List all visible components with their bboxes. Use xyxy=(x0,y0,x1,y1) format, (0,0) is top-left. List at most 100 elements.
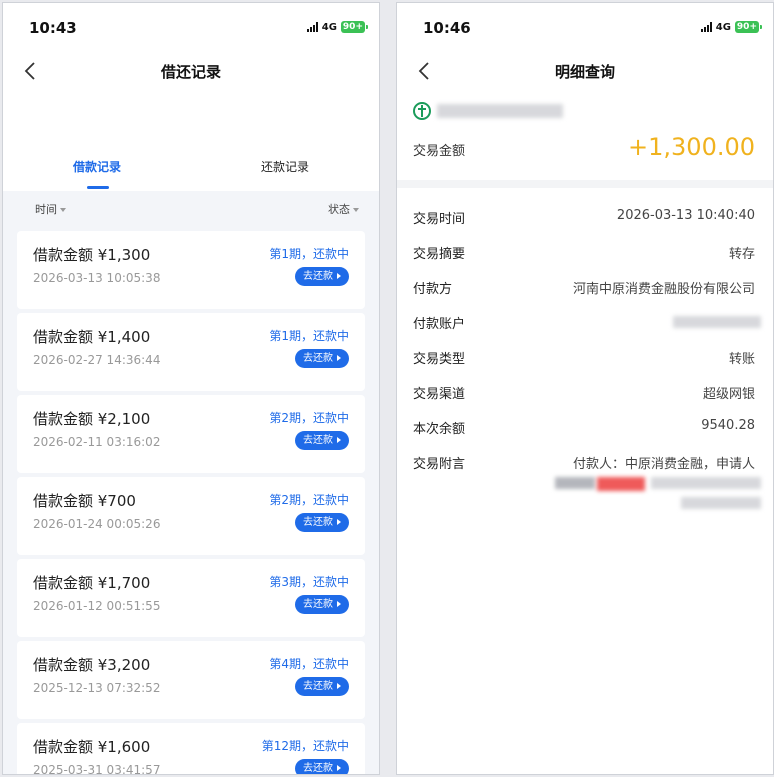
detail-label: 交易附言 xyxy=(413,457,466,472)
list-item[interactable]: 借款金额 ¥1,700 2026-01-12 00:51:55 第3期，还款中 … xyxy=(17,559,365,637)
loan-date: 2025-03-31 03:41:57 xyxy=(33,763,161,775)
redacted-note xyxy=(681,497,761,509)
list-item[interactable]: 借款金额 ¥1,600 2025-03-31 03:41:57 第12期，还款中… xyxy=(17,723,365,775)
detail-label: 交易时间 xyxy=(413,212,466,227)
detail-label: 付款方 xyxy=(413,282,453,297)
page-title: 明细查询 xyxy=(554,63,615,81)
amount-label: 交易金额 xyxy=(413,144,466,159)
repay-button[interactable]: 去还款 xyxy=(295,677,349,696)
time-filter[interactable]: 时间 xyxy=(35,201,66,217)
repay-button[interactable]: 去还款 xyxy=(295,267,349,286)
status-time: 10:43 xyxy=(29,19,77,37)
detail-label: 交易类型 xyxy=(413,352,466,367)
loan-amount: 借款金额 ¥3,200 xyxy=(33,656,151,674)
redacted-note xyxy=(555,477,595,489)
repay-button[interactable]: 去还款 xyxy=(295,759,349,774)
repay-button[interactable]: 去还款 xyxy=(295,431,349,450)
loan-amount: 借款金额 ¥1,300 xyxy=(33,246,151,264)
loan-amount: 借款金额 ¥1,400 xyxy=(33,328,151,346)
chevron-down-icon xyxy=(60,208,66,212)
play-arrow-icon xyxy=(337,601,341,607)
status-indicators: 4G 90+ xyxy=(306,21,369,33)
filter-row: 时间 状态 xyxy=(3,201,379,221)
detail-value: 9540.28 xyxy=(701,418,755,433)
tab-loan-records[interactable]: 借款记录 xyxy=(73,158,121,175)
battery-icon: 90+ xyxy=(340,21,369,33)
loan-date: 2026-01-12 00:51:55 xyxy=(33,599,161,613)
repay-button-label: 去还款 xyxy=(303,517,333,528)
list-item[interactable]: 借款金额 ¥1,300 2026-03-13 10:05:38 第1期，还款中 … xyxy=(17,231,365,309)
repay-button-label: 去还款 xyxy=(303,681,333,692)
repay-button[interactable]: 去还款 xyxy=(295,513,349,532)
detail-value: 河南中原消费金融股份有限公司 xyxy=(572,282,755,297)
signal-icon xyxy=(306,22,318,32)
play-arrow-icon xyxy=(337,437,341,443)
tab-repayment-records[interactable]: 还款记录 xyxy=(261,158,309,175)
detail-value: 2026-03-13 10:40:40 xyxy=(616,208,755,223)
play-arrow-icon xyxy=(337,355,341,361)
status-filter[interactable]: 状态 xyxy=(328,201,359,217)
loan-date: 2026-03-13 10:05:38 xyxy=(33,271,161,285)
redacted-account-number xyxy=(673,316,761,328)
loan-amount: 借款金额 ¥2,100 xyxy=(33,410,151,428)
repay-button-label: 去还款 xyxy=(303,271,333,282)
redacted-note xyxy=(597,477,645,491)
loan-period-status: 第2期，还款中 xyxy=(269,493,349,507)
redacted-account-name xyxy=(437,104,563,118)
nav-bar: 借还记录 xyxy=(3,53,379,89)
status-indicators: 4G 90+ xyxy=(700,21,763,33)
time-filter-label: 时间 xyxy=(35,203,57,216)
detail-label: 付款账户 xyxy=(413,317,466,332)
nav-bar: 明细查询 xyxy=(397,53,773,89)
status-bar: 10:46 4G 90+ xyxy=(397,3,773,47)
loan-period-status: 第1期，还款中 xyxy=(269,329,349,343)
loan-period-status: 第3期，还款中 xyxy=(269,575,349,589)
loan-date: 2025-12-13 07:32:52 xyxy=(33,681,161,695)
repay-button-label: 去还款 xyxy=(303,763,333,774)
detail-value: 付款人：中原消费金融，申请人 xyxy=(572,457,755,472)
detail-label: 交易渠道 xyxy=(413,387,466,402)
repay-button[interactable]: 去还款 xyxy=(295,595,349,614)
loan-date: 2026-01-24 00:05:26 xyxy=(33,517,161,531)
redacted-note xyxy=(651,477,761,489)
play-arrow-icon xyxy=(337,519,341,525)
repay-button-label: 去还款 xyxy=(303,353,333,364)
loan-period-status: 第4期，还款中 xyxy=(269,657,349,671)
amount-value: +1,300.00 xyxy=(628,133,755,161)
loan-amount: 借款金额 ¥1,700 xyxy=(33,574,151,592)
status-bar: 10:43 4G 90+ xyxy=(3,3,379,47)
loan-amount: 借款金额 ¥1,600 xyxy=(33,738,151,756)
loan-records-screen: 10:43 4G 90+ 借还记录 借款记录 还款记录 时间 状态 借款金额 ¥… xyxy=(2,2,380,775)
chevron-down-icon xyxy=(353,208,359,212)
detail-label: 本次余额 xyxy=(413,422,466,437)
network-label: 4G xyxy=(321,21,337,33)
bank-logo-icon xyxy=(413,102,431,120)
page-title: 借还记录 xyxy=(160,63,221,81)
play-arrow-icon xyxy=(337,765,341,771)
status-time: 10:46 xyxy=(423,19,471,37)
loan-period-status: 第2期，还款中 xyxy=(269,411,349,425)
loan-date: 2026-02-11 03:16:02 xyxy=(33,435,161,449)
section-divider xyxy=(397,180,773,188)
detail-label: 交易摘要 xyxy=(413,247,466,262)
repay-button-label: 去还款 xyxy=(303,599,333,610)
detail-value: 转账 xyxy=(728,352,755,367)
signal-icon xyxy=(700,22,712,32)
status-filter-label: 状态 xyxy=(328,203,350,216)
list-item[interactable]: 借款金额 ¥3,200 2025-12-13 07:32:52 第4期，还款中 … xyxy=(17,641,365,719)
list-item[interactable]: 借款金额 ¥2,100 2026-02-11 03:16:02 第2期，还款中 … xyxy=(17,395,365,473)
list-item[interactable]: 借款金额 ¥1,400 2026-02-27 14:36:44 第1期，还款中 … xyxy=(17,313,365,391)
loan-amount: 借款金额 ¥700 xyxy=(33,492,136,510)
list-item[interactable]: 借款金额 ¥700 2026-01-24 00:05:26 第2期，还款中 去还… xyxy=(17,477,365,555)
records-list: 时间 状态 借款金额 ¥1,300 2026-03-13 10:05:38 第1… xyxy=(3,191,379,775)
loan-period-status: 第1期，还款中 xyxy=(269,247,349,261)
play-arrow-icon xyxy=(337,273,341,279)
repay-button[interactable]: 去还款 xyxy=(295,349,349,368)
detail-value: 超级网银 xyxy=(702,387,755,402)
active-tab-indicator xyxy=(87,186,109,189)
detail-value: 转存 xyxy=(728,247,755,262)
record-tabs: 借款记录 还款记录 xyxy=(3,158,379,192)
transaction-detail-screen: 10:46 4G 90+ 明细查询 交易金额 +1,300.00 交易时间 20… xyxy=(396,2,774,775)
play-arrow-icon xyxy=(337,683,341,689)
repay-button-label: 去还款 xyxy=(303,435,333,446)
